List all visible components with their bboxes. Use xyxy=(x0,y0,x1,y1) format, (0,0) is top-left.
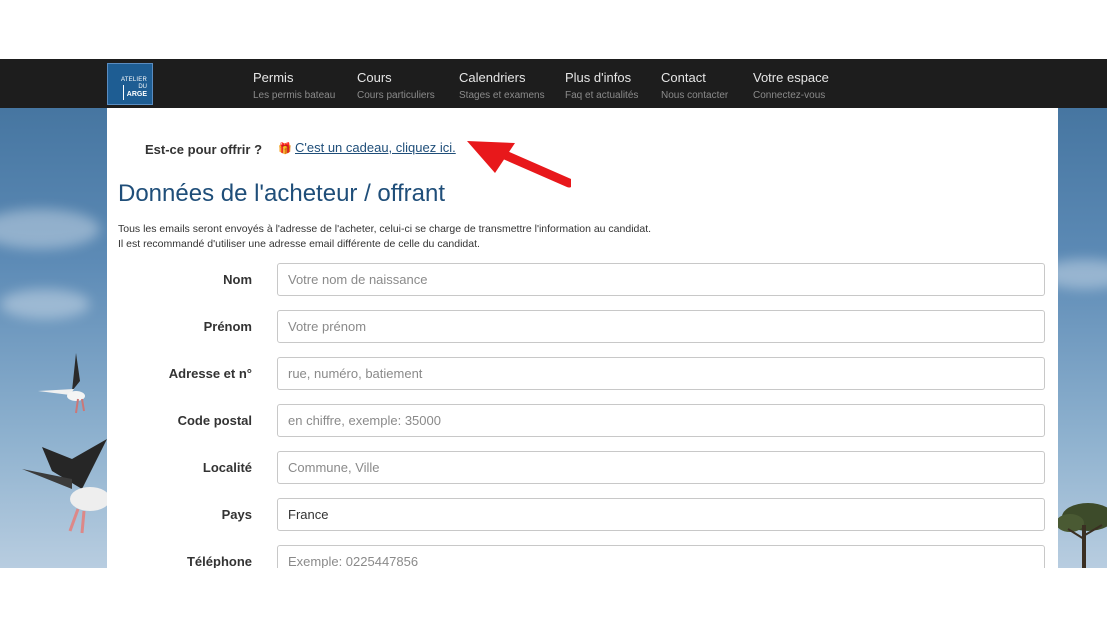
address-input[interactable] xyxy=(277,357,1045,390)
seagull-image xyxy=(38,353,85,414)
logo-text: ARGE xyxy=(126,91,147,98)
logo-text: ATELIER xyxy=(121,77,147,83)
field-label: Adresse et n° xyxy=(168,366,252,381)
nav-item-plus-infos[interactable]: Plus d'infos Faq et actualités xyxy=(565,70,638,103)
nav-item-title: Permis xyxy=(253,70,294,85)
form-row-nom: Nom xyxy=(107,263,1058,297)
field-label: Localité xyxy=(202,460,252,475)
field-label: Code postal xyxy=(177,413,252,428)
nav-item-subtitle: Les permis bateau xyxy=(253,90,336,101)
info-text: Tous les emails seront envoyés à l'adres… xyxy=(118,222,651,252)
first-name-input[interactable] xyxy=(277,310,1045,343)
nav-item-title: Calendriers xyxy=(459,70,526,85)
field-label: Prénom xyxy=(203,319,252,334)
gift-link[interactable]: C'est un cadeau, cliquez ici. xyxy=(295,140,456,155)
nav-item-subtitle: Cours particuliers xyxy=(357,90,435,101)
gift-row: Est-ce pour offrir ? 🎁 C'est un cadeau, … xyxy=(107,140,1058,160)
logo-text: DU xyxy=(138,84,147,90)
country-input[interactable] xyxy=(277,498,1045,531)
nav-item-title: Plus d'infos xyxy=(565,70,632,85)
nav-item-subtitle: Stages et examens xyxy=(459,90,545,101)
nav-item-title: Cours xyxy=(357,70,392,85)
gift-icon: 🎁 xyxy=(278,143,292,155)
top-navigation-bar: ATELIER DU ARGE Permis Les permis bateau… xyxy=(0,59,1107,108)
form-row-prenom: Prénom xyxy=(107,310,1058,344)
nav-item-title: Contact xyxy=(661,70,706,85)
form-row-code-postal: Code postal xyxy=(107,404,1058,438)
nav-item-permis[interactable]: Permis Les permis bateau xyxy=(253,70,335,103)
nav-item-subtitle: Faq et actualités xyxy=(565,90,639,101)
nav-item-cours[interactable]: Cours Cours particuliers xyxy=(357,70,435,103)
site-logo[interactable]: ATELIER DU ARGE xyxy=(107,63,153,105)
field-label: Nom xyxy=(223,272,252,287)
form-row-adresse: Adresse et n° xyxy=(107,357,1058,391)
last-name-input[interactable] xyxy=(277,263,1045,296)
form-row-pays: Pays xyxy=(107,498,1058,532)
nav-item-votre-espace[interactable]: Votre espace Connectez-vous xyxy=(753,70,829,103)
seagull-image xyxy=(22,439,107,534)
form-row-telephone: Téléphone xyxy=(107,545,1058,568)
field-label: Pays xyxy=(221,507,252,522)
field-label: Téléphone xyxy=(186,554,252,568)
screenshot: ATELIER DU ARGE Permis Les permis bateau… xyxy=(0,59,1107,568)
nav-item-title: Votre espace xyxy=(753,70,829,85)
nav-item-contact[interactable]: Contact Nous contacter xyxy=(661,70,728,103)
nav-item-subtitle: Nous contacter xyxy=(661,90,729,101)
info-line: Il est recommandé d'utiliser une adresse… xyxy=(118,238,480,250)
phone-input[interactable] xyxy=(277,545,1045,568)
tree-image xyxy=(1058,503,1107,568)
form-row-localite: Localité xyxy=(107,451,1058,485)
nav-item-subtitle: Connectez-vous xyxy=(753,90,826,101)
info-line: Tous les emails seront envoyés à l'adres… xyxy=(118,223,652,235)
section-title: Données de l'acheteur / offrant xyxy=(118,180,446,207)
red-arrow-icon xyxy=(467,141,571,188)
postal-code-input[interactable] xyxy=(277,404,1045,437)
nav-item-calendriers[interactable]: Calendriers Stages et examens xyxy=(459,70,545,103)
gift-question-label: Est-ce pour offrir ? xyxy=(145,142,263,157)
city-input[interactable] xyxy=(277,451,1045,484)
content-panel: Est-ce pour offrir ? 🎁 C'est un cadeau, … xyxy=(107,108,1058,568)
